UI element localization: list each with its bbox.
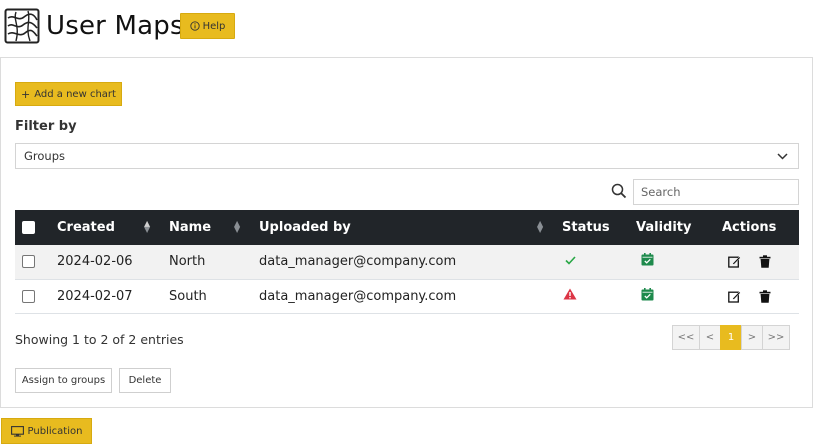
help-label: Help bbox=[202, 20, 226, 32]
pagination: << < 1 > >> bbox=[672, 325, 790, 350]
calendar-check-icon bbox=[641, 287, 654, 300]
cell-name: North bbox=[169, 254, 206, 270]
publication-button[interactable]: Publication bbox=[1, 418, 92, 444]
assign-to-groups-button[interactable]: Assign to groups bbox=[15, 368, 112, 393]
sort-icon: ▲ ▼ bbox=[144, 219, 151, 234]
help-button[interactable]: Help bbox=[180, 13, 235, 39]
filter-label: Filter by bbox=[15, 119, 77, 134]
cell-uploaded-by: data_manager@company.com bbox=[259, 254, 457, 270]
cell-created: 2024-02-06 bbox=[57, 254, 133, 270]
table-row: 2024-02-07 South data_manager@company.co… bbox=[15, 279, 799, 313]
table-row: 2024-02-06 North data_manager@company.co… bbox=[15, 245, 799, 279]
row-checkbox[interactable] bbox=[22, 255, 35, 269]
column-header-name[interactable]: Name ▲ ▼ bbox=[169, 210, 259, 245]
groups-select-value: Groups bbox=[24, 149, 66, 163]
info-circle-icon bbox=[189, 21, 200, 31]
cell-uploaded-by: data_manager@company.com bbox=[259, 288, 457, 304]
page-prev-button[interactable]: < bbox=[699, 325, 721, 350]
trash-icon[interactable] bbox=[759, 255, 771, 268]
delete-button[interactable]: Delete bbox=[119, 368, 171, 393]
groups-select[interactable]: Groups bbox=[15, 143, 799, 169]
column-header-uploaded-by[interactable]: Uploaded by ▲ ▼ bbox=[259, 210, 562, 245]
warning-triangle-icon bbox=[563, 288, 577, 300]
page-last-button[interactable]: >> bbox=[762, 325, 790, 350]
column-header-actions: Actions bbox=[722, 220, 777, 235]
sort-icon: ▲ ▼ bbox=[537, 219, 544, 234]
add-chart-button[interactable]: + Add a new chart bbox=[15, 82, 122, 106]
column-header-status: Status bbox=[562, 220, 610, 235]
add-chart-label: Add a new chart bbox=[34, 88, 116, 100]
page-header: User Maps bbox=[4, 8, 184, 44]
map-logo-icon bbox=[4, 8, 40, 44]
page-first-button[interactable]: << bbox=[672, 325, 700, 350]
column-header-validity: Validity bbox=[636, 220, 692, 235]
row-checkbox[interactable] bbox=[22, 289, 35, 303]
cell-created: 2024-02-07 bbox=[57, 288, 133, 304]
page-title: User Maps bbox=[46, 11, 184, 41]
monitor-icon bbox=[10, 425, 24, 437]
search-input[interactable] bbox=[633, 179, 799, 205]
check-icon bbox=[565, 256, 576, 265]
calendar-check-icon bbox=[641, 253, 654, 266]
plus-icon: + bbox=[21, 87, 31, 101]
table-info: Showing 1 to 2 of 2 entries bbox=[15, 332, 184, 347]
trash-icon[interactable] bbox=[759, 289, 771, 303]
chevron-down-icon bbox=[777, 152, 788, 160]
search-icon bbox=[611, 183, 627, 199]
sort-icon: ▲ ▼ bbox=[234, 219, 241, 234]
edit-icon[interactable] bbox=[728, 290, 741, 303]
charts-table: Created ▲ ▼ Name ▲ ▼ Uploaded by ▲ ▼ Status… bbox=[15, 210, 799, 314]
cell-name: South bbox=[169, 288, 207, 304]
page-next-button[interactable]: > bbox=[741, 325, 763, 350]
select-all-checkbox[interactable] bbox=[22, 221, 35, 234]
page-1-button[interactable]: 1 bbox=[720, 325, 742, 350]
edit-icon[interactable] bbox=[728, 255, 741, 268]
column-header-created[interactable]: Created ▲ ▼ bbox=[57, 210, 169, 245]
publication-label: Publication bbox=[27, 425, 83, 437]
table-header-row: Created ▲ ▼ Name ▲ ▼ Uploaded by ▲ ▼ Status… bbox=[15, 210, 799, 245]
